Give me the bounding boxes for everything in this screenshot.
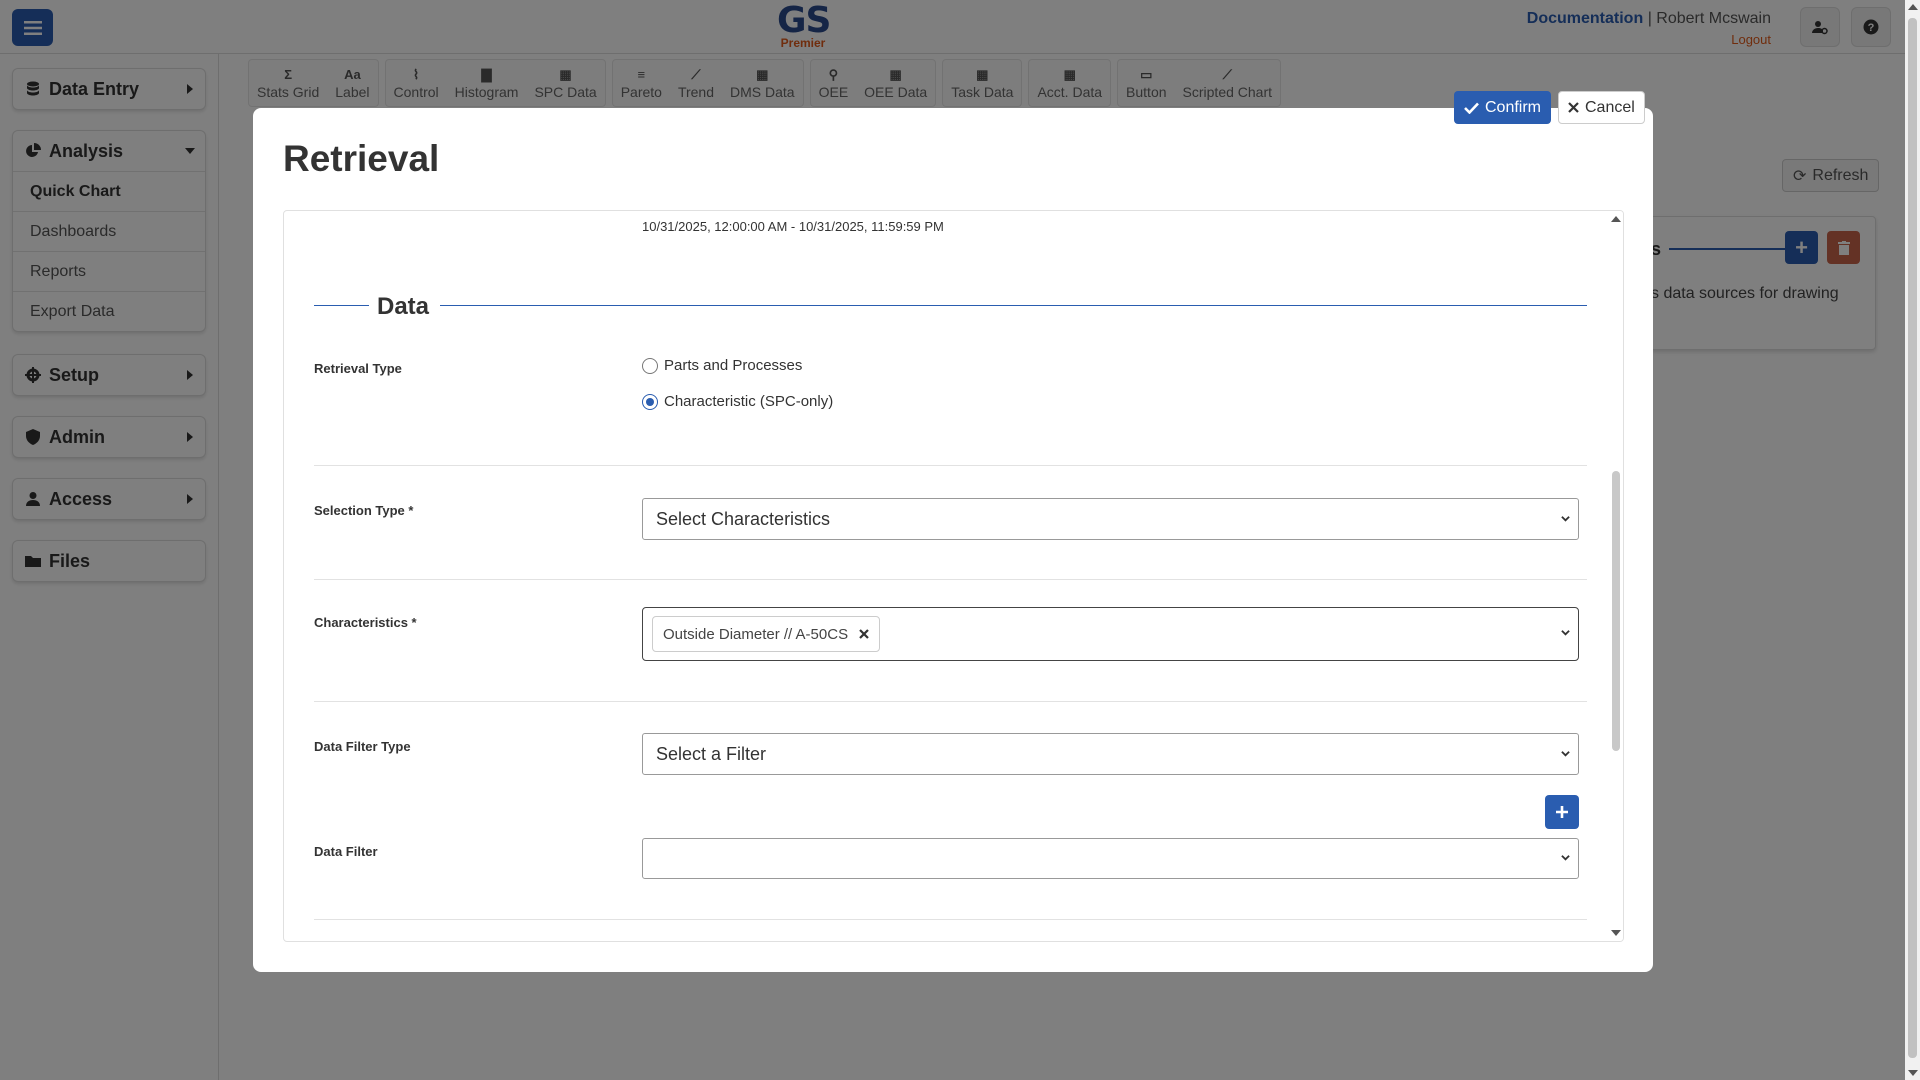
form-scroll-thumb[interactable] xyxy=(1612,471,1620,751)
scroll-down-arrow-icon[interactable] xyxy=(1908,1070,1918,1076)
add-filter-button[interactable] xyxy=(1545,795,1579,829)
scroll-down-arrow-icon[interactable] xyxy=(1611,930,1621,936)
page-scrollbar[interactable] xyxy=(1905,0,1920,1080)
data-filter-type-select[interactable]: Select a Filter xyxy=(642,733,1579,775)
page-scroll-thumb[interactable] xyxy=(1908,18,1917,1058)
data-filter-type-label: Data Filter Type xyxy=(314,739,411,754)
selection-type-label: Selection Type * xyxy=(314,503,414,518)
radio-label: Parts and Processes xyxy=(664,357,803,374)
retrieval-modal: Retrieval 10/31/2025, 12:00:00 AM - 10/3… xyxy=(253,108,1653,972)
cancel-label: Cancel xyxy=(1585,98,1635,116)
form-scrollbar[interactable] xyxy=(1609,211,1623,941)
radio-button-unchecked[interactable] xyxy=(642,357,658,374)
form-divider xyxy=(314,919,1587,920)
data-section-header: Data xyxy=(314,293,1587,320)
chevron-down-icon xyxy=(1561,751,1570,757)
selection-type-select[interactable]: Select Characteristics xyxy=(642,498,1579,540)
data-filter-label: Data Filter xyxy=(314,844,378,859)
radio-parts-and-processes[interactable]: Parts and Processes xyxy=(642,357,802,374)
close-icon xyxy=(1568,102,1579,113)
chevron-down-icon[interactable] xyxy=(1561,628,1570,637)
form-divider xyxy=(314,465,1587,466)
date-range-text: 10/31/2025, 12:00:00 AM - 10/31/2025, 11… xyxy=(642,219,944,234)
characteristics-multiselect[interactable]: Outside Diameter // A-50CS xyxy=(642,607,1579,661)
chip-label: Outside Diameter // A-50CS xyxy=(663,625,849,643)
plus-icon xyxy=(1556,806,1568,818)
form-divider xyxy=(314,701,1587,702)
scroll-up-arrow-icon[interactable] xyxy=(1908,4,1918,10)
scroll-up-arrow-icon[interactable] xyxy=(1611,216,1621,222)
chevron-down-icon xyxy=(1561,855,1570,861)
chevron-down-icon xyxy=(1561,516,1570,522)
select-value: Select Characteristics xyxy=(656,508,831,529)
radio-label: Characteristic (SPC-only) xyxy=(664,393,834,410)
radio-characteristic-spc-only[interactable]: Characteristic (SPC-only) xyxy=(642,393,833,410)
confirm-label: Confirm xyxy=(1485,98,1542,116)
section-rule-right xyxy=(440,305,1587,306)
radio-button-checked[interactable] xyxy=(642,393,658,410)
check-icon xyxy=(1464,102,1479,114)
retrieval-type-label: Retrieval Type xyxy=(314,361,402,376)
select-value: Select a Filter xyxy=(656,743,767,764)
data-filter-select[interactable] xyxy=(642,838,1579,879)
section-title: Data xyxy=(377,293,430,320)
retrieval-form-panel: 10/31/2025, 12:00:00 AM - 10/31/2025, 11… xyxy=(283,210,1624,942)
characteristics-label: Characteristics * xyxy=(314,615,417,630)
characteristic-chip: Outside Diameter // A-50CS xyxy=(652,616,881,652)
modal-title: Retrieval xyxy=(283,138,440,179)
section-rule-left xyxy=(314,305,369,306)
form-divider xyxy=(314,579,1587,580)
confirm-button[interactable]: Confirm xyxy=(1454,91,1552,124)
remove-chip-icon[interactable] xyxy=(859,629,869,639)
cancel-button[interactable]: Cancel xyxy=(1558,91,1645,124)
